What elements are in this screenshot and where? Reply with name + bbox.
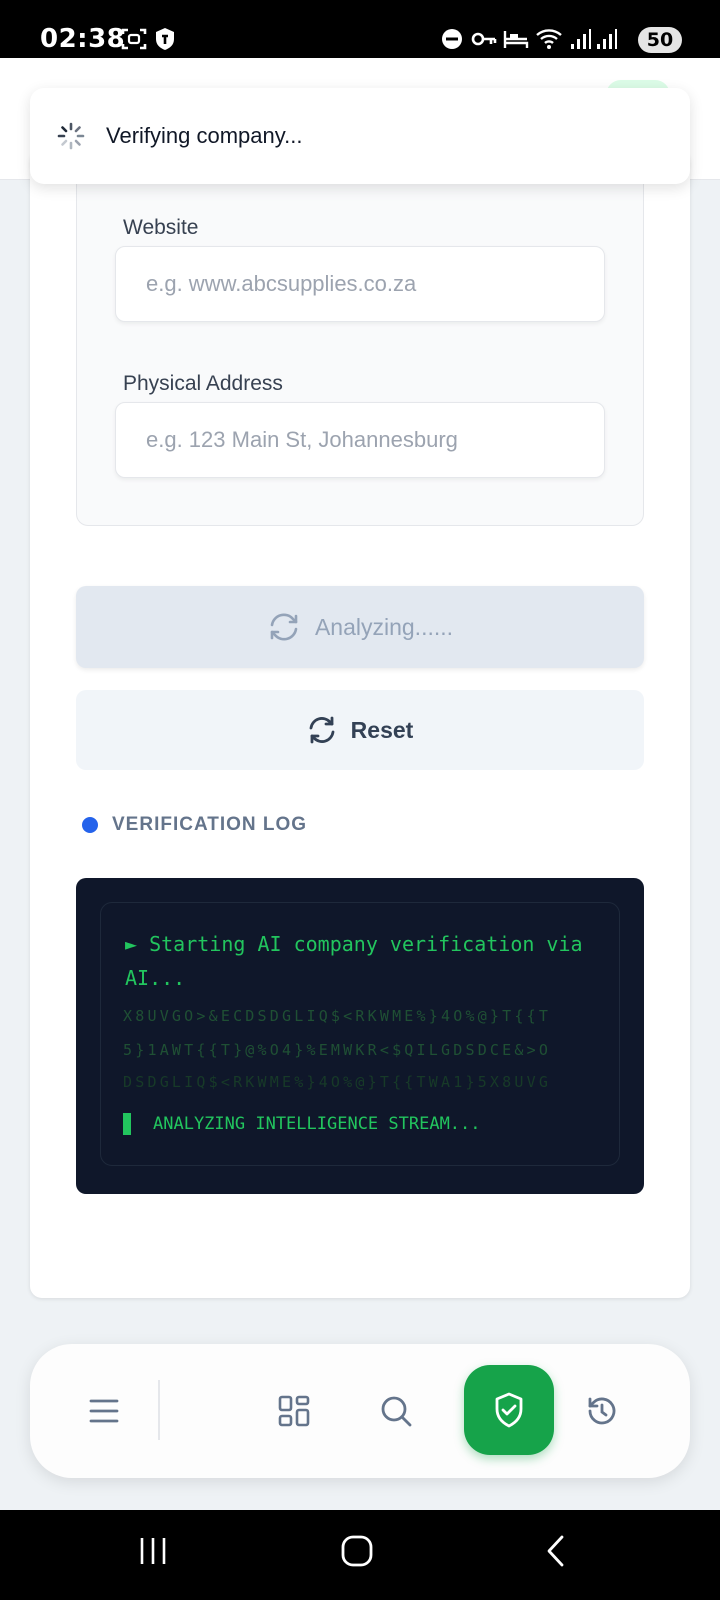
address-input[interactable]: e.g. 123 Main St, Johannesburg: [115, 402, 605, 478]
vpn-shield-icon: [152, 26, 178, 57]
noise-line: X8UVGO>&ECDSDGLIQ$<RKWME%}4O%@}T{{T: [123, 1007, 552, 1025]
menu-button[interactable]: [76, 1383, 132, 1439]
company-details-section: Website e.g. www.abcsupplies.co.za Physi…: [76, 150, 644, 526]
website-input[interactable]: e.g. www.abcsupplies.co.za: [115, 246, 605, 322]
loading-spinner-icon: [57, 122, 85, 150]
address-label: Physical Address: [123, 372, 283, 395]
shield-check-icon: [495, 1392, 523, 1428]
analyze-button-label: Analyzing......: [314, 613, 454, 640]
status-bar: 02:38 50: [0, 0, 720, 58]
website-label: Website: [123, 216, 199, 239]
refresh-icon: [270, 613, 298, 641]
menu-icon: [89, 1399, 119, 1423]
history-icon: [588, 1397, 616, 1425]
bottom-navigation: [30, 1344, 690, 1478]
toast-notification: Verifying company...: [30, 88, 690, 184]
recents-button[interactable]: [136, 1534, 170, 1573]
analyzing-status-text: ANALYZING INTELLIGENCE STREAM...: [153, 1114, 481, 1134]
status-time: 02:38: [40, 24, 126, 54]
verification-log-terminal: ► Starting AI company verification via A…: [76, 878, 644, 1194]
toast-message: Verifying company...: [106, 123, 303, 148]
wifi-icon: [534, 26, 566, 57]
search-icon: [381, 1396, 412, 1427]
noise-line: 5}1AWT{{T}@%O4}%EMWKR<$QILGDSDCE&>O: [123, 1041, 552, 1059]
back-icon: [547, 1535, 564, 1567]
home-icon: [341, 1535, 373, 1567]
screenshot-icon: [120, 26, 148, 57]
terminal-cursor: [123, 1113, 131, 1135]
analyze-button[interactable]: Analyzing......: [76, 586, 644, 668]
noise-line: DSDGLIQ$<RKWME%}4O%@}T{{TWA1}5X8UVG: [123, 1073, 552, 1091]
log-line: ► Starting AI company verification via A…: [125, 932, 583, 990]
reset-icon: [309, 716, 335, 744]
reset-button[interactable]: Reset: [76, 690, 644, 770]
key-icon: [470, 26, 498, 57]
history-button[interactable]: [574, 1383, 630, 1439]
verification-card: Website e.g. www.abcsupplies.co.za Physi…: [30, 150, 690, 1298]
verification-log-heading: VERIFICATION LOG: [82, 814, 307, 836]
verify-button[interactable]: [464, 1365, 554, 1455]
recents-icon: [140, 1538, 166, 1564]
dashboard-button[interactable]: [266, 1383, 322, 1439]
signal-icon-1: [570, 26, 592, 57]
reset-button-label: Reset: [350, 716, 414, 743]
system-navigation-bar: [0, 1510, 720, 1600]
home-button[interactable]: [340, 1534, 374, 1573]
signal-icon-2: [596, 26, 618, 57]
dnd-icon: [440, 26, 464, 57]
log-status-dot: [82, 817, 98, 833]
back-button[interactable]: [544, 1534, 568, 1573]
search-button[interactable]: [368, 1383, 424, 1439]
log-title-text: VERIFICATION LOG: [112, 814, 308, 835]
terminal-frame: ► Starting AI company verification via A…: [100, 902, 620, 1166]
analyzing-status: ANALYZING INTELLIGENCE STREAM...: [123, 1113, 481, 1135]
battery-level: 50: [638, 27, 682, 53]
grid-icon: [278, 1395, 310, 1427]
bed-icon: [502, 26, 530, 57]
nav-divider: [158, 1380, 160, 1440]
